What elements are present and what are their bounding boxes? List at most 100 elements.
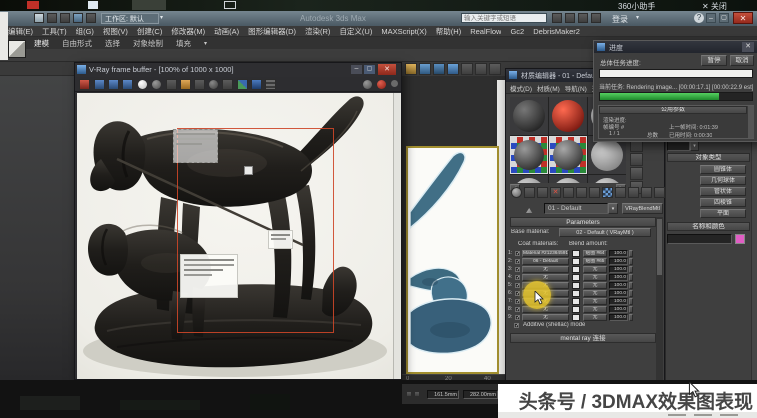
progress-close-button[interactable] <box>742 42 754 52</box>
blend-map-button[interactable]: 无 <box>583 290 607 297</box>
y-coordinate-field[interactable]: 282.00mm <box>463 390 498 399</box>
row-enable-checkbox[interactable] <box>515 259 520 264</box>
show-map-in-viewport-icon[interactable] <box>602 187 613 198</box>
workspace-dropdown[interactable]: 工作区: 默认 <box>101 13 159 24</box>
blend-color-swatch[interactable] <box>572 250 580 257</box>
blend-color-swatch[interactable] <box>572 298 580 305</box>
ribbon-collapse-arrow[interactable] <box>204 40 207 47</box>
vfb-maximize-button[interactable] <box>364 65 375 74</box>
spinner-arrows[interactable] <box>629 306 633 313</box>
menu-modifiers[interactable]: 修改器(M) <box>171 26 205 37</box>
common-parameters-header[interactable]: 公用参数 <box>599 106 747 114</box>
rendered-frame-icon[interactable] <box>405 63 417 75</box>
favorites-icon[interactable] <box>591 13 601 23</box>
close-button[interactable] <box>733 12 753 24</box>
material-slot[interactable] <box>549 136 587 174</box>
spinner-arrows[interactable] <box>629 274 633 281</box>
row-enable-checkbox[interactable] <box>515 315 520 320</box>
blend-amount-spinner[interactable]: 100.0 <box>609 258 628 265</box>
alpha-channel-icon[interactable] <box>138 80 147 89</box>
progress-titlebar[interactable]: 进度 <box>594 41 757 53</box>
vfb-titlebar[interactable]: V-Ray frame buffer - [100% of 1000 x 100… <box>75 63 401 77</box>
blend-color-swatch[interactable] <box>572 266 580 273</box>
ribbon-tab-modeling[interactable]: 建模 <box>34 38 49 49</box>
red-channel-icon[interactable] <box>94 79 105 90</box>
blend-map-button[interactable]: 无 <box>583 282 607 289</box>
blend-color-swatch[interactable] <box>572 274 580 281</box>
blend-map-button[interactable]: 贴图 #64 <box>583 250 607 257</box>
material-id-channel-icon[interactable] <box>589 187 600 198</box>
workspace-dropdown-arrow[interactable] <box>160 13 169 24</box>
spinner-arrows[interactable] <box>629 282 633 289</box>
pause-button[interactable]: 暂停 <box>701 55 727 66</box>
menu-tools[interactable]: 工具(T) <box>42 26 67 37</box>
tube-button[interactable]: 管状体 <box>700 187 746 196</box>
save-image-icon[interactable] <box>166 79 177 90</box>
parameters-rollout[interactable]: Parameters <box>510 217 656 227</box>
base-material-button[interactable]: 02 - Default ( VRayMtl ) <box>559 228 651 237</box>
menu-customize[interactable]: 自定义(U) <box>339 26 372 37</box>
cancel-button[interactable]: 取消 <box>730 55 754 66</box>
material-slot[interactable] <box>588 175 626 183</box>
blend-color-swatch[interactable] <box>572 282 580 289</box>
viewport-area[interactable]: 0 20 40 <box>402 76 507 384</box>
rgb-channels-icon[interactable] <box>79 79 90 90</box>
search-icon[interactable] <box>552 13 562 23</box>
taskbar-app-icon[interactable] <box>88 1 98 9</box>
communication-icon[interactable] <box>578 13 588 23</box>
spinner-arrows[interactable] <box>629 250 633 257</box>
blue-channel-icon[interactable] <box>122 79 133 90</box>
make-material-copy-icon[interactable] <box>563 187 574 198</box>
maximize-button[interactable] <box>719 13 729 23</box>
compare-horizontal-icon[interactable] <box>237 79 248 90</box>
go-forward-sibling-icon[interactable] <box>641 187 652 198</box>
coat-material-button[interactable]: Material #2123645916 <box>522 250 569 257</box>
assign-to-selection-icon[interactable] <box>537 187 548 198</box>
coat-material-button[interactable]: 06 - Default <box>522 258 569 265</box>
blend-amount-spinner[interactable]: 100.0 <box>609 282 628 289</box>
blend-map-button[interactable]: 无 <box>583 306 607 313</box>
menu-views[interactable]: 视图(V) <box>103 26 128 37</box>
material-slot[interactable] <box>510 97 548 135</box>
material-type-button[interactable]: VRayBlendMtl <box>622 203 663 214</box>
row-enable-checkbox[interactable] <box>515 275 520 280</box>
blend-amount-spinner[interactable]: 100.0 <box>609 314 628 321</box>
menu-animation[interactable]: 动画(A) <box>214 26 239 37</box>
ribbon-tab-freeform[interactable]: 自由形式 <box>62 38 92 49</box>
blend-map-button[interactable]: 贴图 #65 <box>583 258 607 265</box>
cone-button[interactable]: 圆锥体 <box>700 165 746 174</box>
row-enable-checkbox[interactable] <box>515 299 520 304</box>
help-icon[interactable] <box>694 13 704 23</box>
row-enable-checkbox[interactable] <box>515 283 520 288</box>
row-enable-checkbox[interactable] <box>515 291 520 296</box>
coat-material-button[interactable]: 无 <box>522 274 569 281</box>
vfb-close-button[interactable] <box>378 64 396 75</box>
row-enable-checkbox[interactable] <box>515 307 520 312</box>
material-slot[interactable] <box>510 175 548 183</box>
material-slot-active[interactable] <box>510 136 548 174</box>
menu-rendering[interactable]: 渲染(R) <box>305 26 330 37</box>
ribbon-tab-object-paint[interactable]: 对象绘制 <box>133 38 163 49</box>
open-image-icon[interactable] <box>180 79 191 90</box>
x-coordinate-field[interactable]: 161.5mm <box>427 390 459 399</box>
make-preview-icon[interactable] <box>630 167 643 180</box>
video-color-check-icon[interactable] <box>630 153 643 166</box>
me-scrollbar[interactable] <box>656 217 663 387</box>
put-to-library-icon[interactable] <box>524 187 535 198</box>
menu-graph-editors[interactable]: 图形编辑器(D) <box>248 26 296 37</box>
clear-image-icon[interactable] <box>194 79 205 90</box>
cube-icon[interactable] <box>8 40 26 58</box>
spinner-arrows[interactable] <box>629 290 633 297</box>
selection-lock-icon[interactable] <box>406 391 412 397</box>
open-file-icon[interactable] <box>60 13 70 23</box>
blend-color-swatch[interactable] <box>572 290 580 297</box>
ribbon-tab-selection[interactable]: 选择 <box>105 38 120 49</box>
blend-color-swatch[interactable] <box>572 258 580 265</box>
pick-material-eyedropper-icon[interactable] <box>526 208 533 213</box>
go-to-parent-icon[interactable] <box>628 187 639 198</box>
signin-dropdown-arrow[interactable] <box>636 14 639 21</box>
material-slot[interactable] <box>549 175 587 183</box>
blend-amount-spinner[interactable]: 100.0 <box>609 274 628 281</box>
monochrome-icon[interactable] <box>152 80 161 89</box>
material-name-dropdown-arrow[interactable] <box>608 203 618 214</box>
